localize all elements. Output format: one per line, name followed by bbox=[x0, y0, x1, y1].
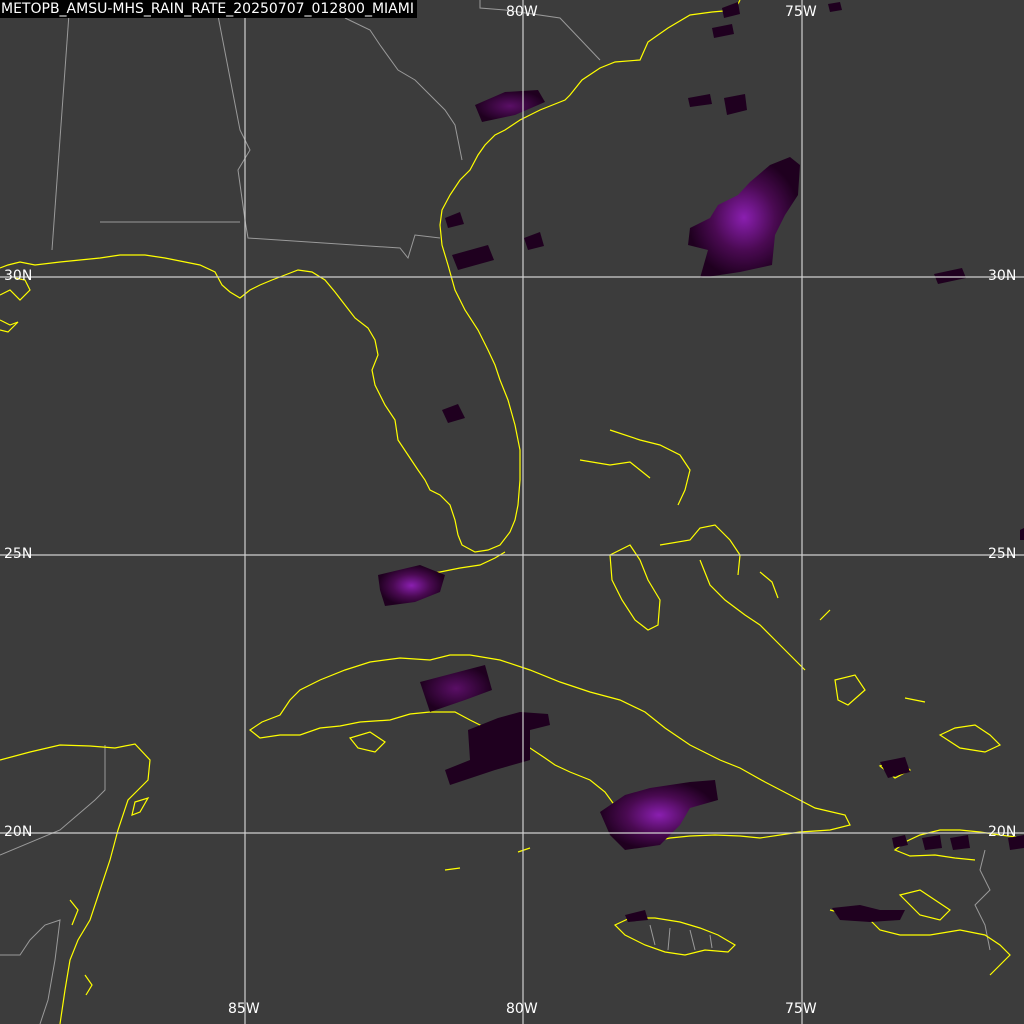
map-canvas bbox=[0, 0, 1024, 1024]
lon-label-bottom-85w: 85W bbox=[228, 1001, 260, 1017]
lat-label-right-20n: 20N bbox=[988, 824, 1017, 840]
lat-label-left-20n: 20N bbox=[4, 824, 33, 840]
rain-cell-east-edge-2 bbox=[1020, 528, 1024, 540]
lat-label-left-30n: 30N bbox=[4, 268, 33, 284]
lon-label-top-80w: 80W bbox=[506, 4, 538, 20]
product-title: METOPB_AMSU-MHS_RAIN_RATE_20250707_01280… bbox=[0, 0, 417, 18]
lon-label-bottom-80w: 80W bbox=[506, 1001, 538, 1017]
lat-label-left-25n: 25N bbox=[4, 546, 33, 562]
lat-label-right-30n: 30N bbox=[988, 268, 1017, 284]
lon-label-top-75w: 75W bbox=[785, 4, 817, 20]
lat-label-right-25n: 25N bbox=[988, 546, 1017, 562]
lon-label-bottom-75w: 75W bbox=[785, 1001, 817, 1017]
map-background bbox=[0, 0, 1024, 1024]
